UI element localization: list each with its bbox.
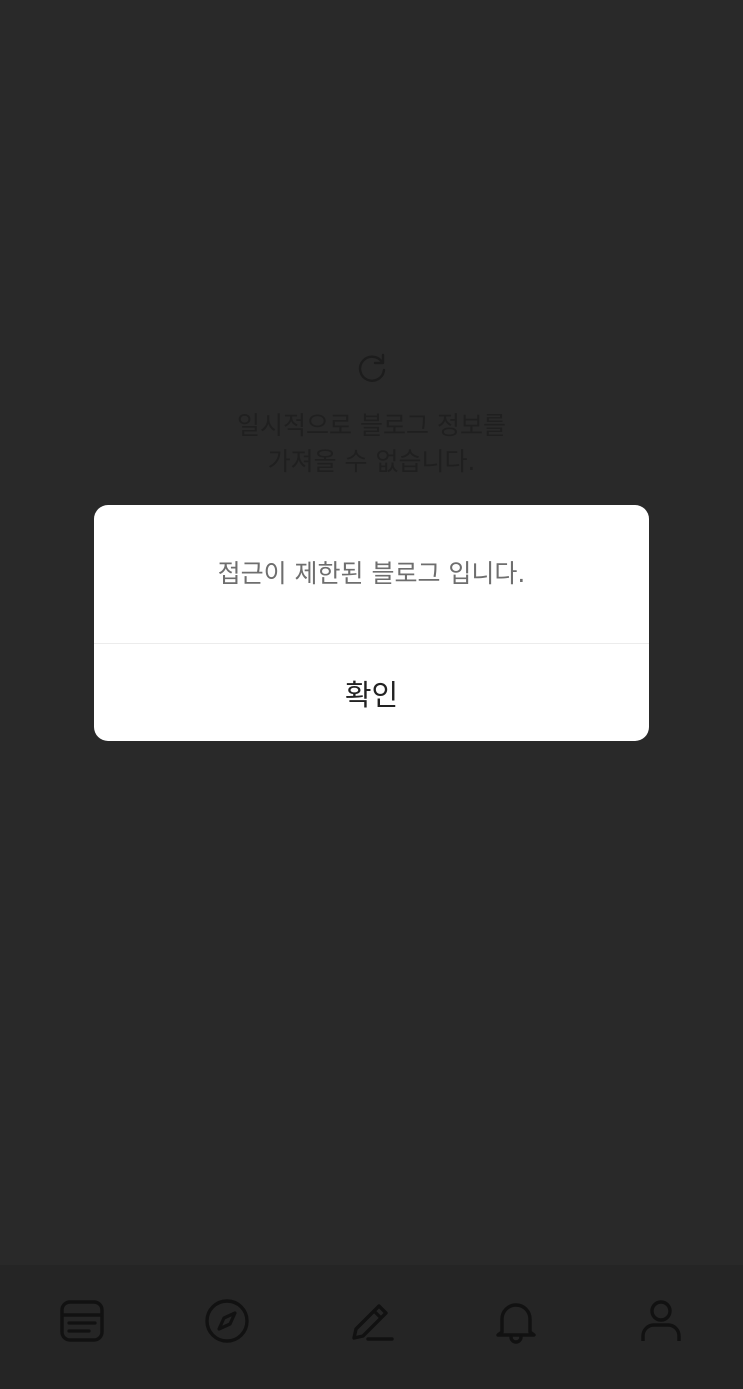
screen: 일시적으로 블로그 정보를 가져올 수 없습니다. 접근이 제한된 블로그 입니… xyxy=(0,0,743,1389)
person-icon xyxy=(640,1300,681,1341)
nav-write[interactable] xyxy=(334,1284,408,1358)
bottom-nav xyxy=(0,1265,743,1389)
error-state: 일시적으로 블로그 정보를 가져올 수 없습니다. xyxy=(0,350,743,480)
compass-icon xyxy=(205,1299,249,1343)
nav-feed[interactable] xyxy=(45,1284,119,1358)
pencil-icon xyxy=(352,1304,395,1341)
reload-icon[interactable] xyxy=(354,350,390,386)
dialog-message: 접근이 제한된 블로그 입니다. xyxy=(94,505,649,644)
bell-icon xyxy=(496,1303,536,1344)
nav-notifications[interactable] xyxy=(479,1284,553,1358)
confirm-button[interactable]: 확인 xyxy=(94,644,649,741)
nav-explore[interactable] xyxy=(190,1284,264,1358)
feed-icon xyxy=(60,1300,104,1342)
error-message: 일시적으로 블로그 정보를 가져올 수 없습니다. xyxy=(237,411,506,476)
nav-profile[interactable] xyxy=(624,1284,698,1358)
alert-dialog: 접근이 제한된 블로그 입니다. 확인 xyxy=(94,505,649,741)
